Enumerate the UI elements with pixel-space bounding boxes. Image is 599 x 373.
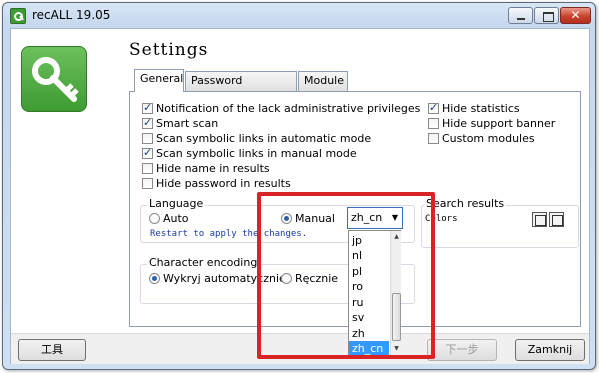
- radio-label: Manual: [295, 212, 335, 225]
- option-label: Hide name in results: [156, 162, 270, 175]
- language-option-ro[interactable]: ro: [352, 279, 363, 294]
- scrollbar-thumb[interactable]: [392, 293, 401, 341]
- key-logo-icon: [21, 46, 87, 112]
- app-window: recALL 19.05 ✕ Settings General Password…: [2, 2, 596, 370]
- option-label: Smart scan: [156, 117, 219, 130]
- colors-label: Colors: [425, 214, 458, 224]
- app-key-icon: [10, 8, 26, 24]
- checkbox[interactable]: [142, 101, 153, 114]
- encoding-group-label: Character encoding: [147, 256, 260, 269]
- radio-button[interactable]: [281, 213, 292, 224]
- title-bar[interactable]: recALL 19.05 ✕: [3, 3, 595, 27]
- option-label: Scan symbolic links in manual mode: [156, 147, 357, 160]
- search-results-group-label: Search results: [424, 197, 507, 210]
- option-label: Scan symbolic links in automatic mode: [156, 132, 372, 145]
- close-button[interactable]: Zamknij: [515, 339, 585, 361]
- tools-button[interactable]: 工具: [18, 339, 86, 361]
- option-hide-statistics[interactable]: Hide statistics: [428, 101, 520, 116]
- close-icon: ✕: [570, 8, 581, 22]
- option-label: Hide statistics: [442, 102, 520, 115]
- language-option-nl[interactable]: nl: [352, 248, 362, 263]
- language-option-ru[interactable]: ru: [352, 295, 364, 310]
- language-option-zh[interactable]: zh: [352, 326, 365, 341]
- scroll-up-icon[interactable]: ▲: [391, 233, 402, 240]
- option-label: Custom modules: [442, 132, 535, 145]
- color-button-2[interactable]: [549, 212, 564, 227]
- language-group-label: Language: [147, 197, 206, 210]
- language-dropdown-list[interactable]: jp nl pl ro ru sv zh zh_cn ▲ ▼: [348, 230, 401, 357]
- language-option-zh-cn[interactable]: zh_cn: [349, 341, 389, 356]
- checkbox[interactable]: [142, 178, 153, 189]
- tab-general-label: General: [140, 72, 184, 85]
- radio-label: Auto: [163, 212, 189, 225]
- language-option-jp[interactable]: jp: [352, 233, 362, 248]
- language-select[interactable]: zh_cn ▼: [347, 207, 403, 229]
- option-smart-scan[interactable]: Smart scan: [142, 116, 219, 131]
- key-icon: [32, 57, 79, 102]
- checkbox[interactable]: [428, 101, 439, 114]
- radio-button[interactable]: [149, 273, 160, 284]
- radio-label: Ręcznie: [295, 272, 339, 285]
- radio-button[interactable]: [281, 273, 292, 284]
- language-select-value: zh_cn: [351, 211, 383, 224]
- maximize-button[interactable]: [534, 7, 559, 24]
- tab-module-label: Module: [304, 74, 344, 87]
- checkbox[interactable]: [428, 118, 439, 129]
- checkbox[interactable]: [142, 116, 153, 129]
- radio-label: Wykryj automatycznie: [163, 272, 286, 285]
- tab-module[interactable]: Module: [298, 71, 348, 91]
- option-hide-password[interactable]: Hide password in results: [142, 177, 291, 191]
- language-auto-radio[interactable]: Auto: [149, 212, 189, 226]
- language-manual-radio[interactable]: Manual: [281, 212, 335, 226]
- option-admin-privileges[interactable]: Notification of the lack administrative …: [142, 101, 421, 116]
- minimize-button[interactable]: [508, 7, 533, 24]
- checkbox[interactable]: [142, 133, 153, 144]
- option-label: Hide support banner: [442, 117, 556, 130]
- chevron-down-icon: ▼: [391, 213, 398, 222]
- close-window-button[interactable]: ✕: [560, 7, 591, 24]
- checkbox[interactable]: [428, 133, 439, 144]
- encoding-auto-radio[interactable]: Wykryj automatycznie: [149, 272, 286, 286]
- option-label: Notification of the lack administrative …: [156, 102, 421, 115]
- page-title: Settings: [129, 40, 209, 60]
- checkbox[interactable]: [142, 146, 153, 159]
- scroll-down-icon[interactable]: ▼: [391, 345, 402, 352]
- language-option-sv[interactable]: sv: [352, 310, 364, 325]
- radio-button[interactable]: [149, 213, 160, 224]
- option-label: Hide password in results: [156, 177, 291, 190]
- restart-note: Restart to apply the changes.: [150, 229, 308, 239]
- dialog-body: Settings General Password recovery Modul…: [10, 28, 590, 364]
- encoding-manual-radio[interactable]: Ręcznie: [281, 272, 338, 286]
- option-symlinks-manual[interactable]: Scan symbolic links in manual mode: [142, 146, 357, 161]
- color-button-1[interactable]: [532, 212, 547, 227]
- option-hide-support-banner[interactable]: Hide support banner: [428, 117, 555, 131]
- tab-general[interactable]: General: [134, 69, 184, 92]
- language-option-pl[interactable]: pl: [352, 264, 362, 279]
- next-button[interactable]: 下一步: [427, 339, 497, 361]
- option-hide-name[interactable]: Hide name in results: [142, 162, 270, 176]
- option-custom-modules[interactable]: Custom modules: [428, 132, 535, 146]
- dropdown-scrollbar[interactable]: ▲ ▼: [390, 231, 401, 356]
- tab-password-recovery[interactable]: Password recovery: [185, 71, 297, 105]
- window-title: recALL 19.05: [32, 8, 111, 22]
- checkbox[interactable]: [142, 163, 153, 174]
- option-symlinks-auto[interactable]: Scan symbolic links in automatic mode: [142, 132, 371, 146]
- dialog-footer: [11, 333, 589, 364]
